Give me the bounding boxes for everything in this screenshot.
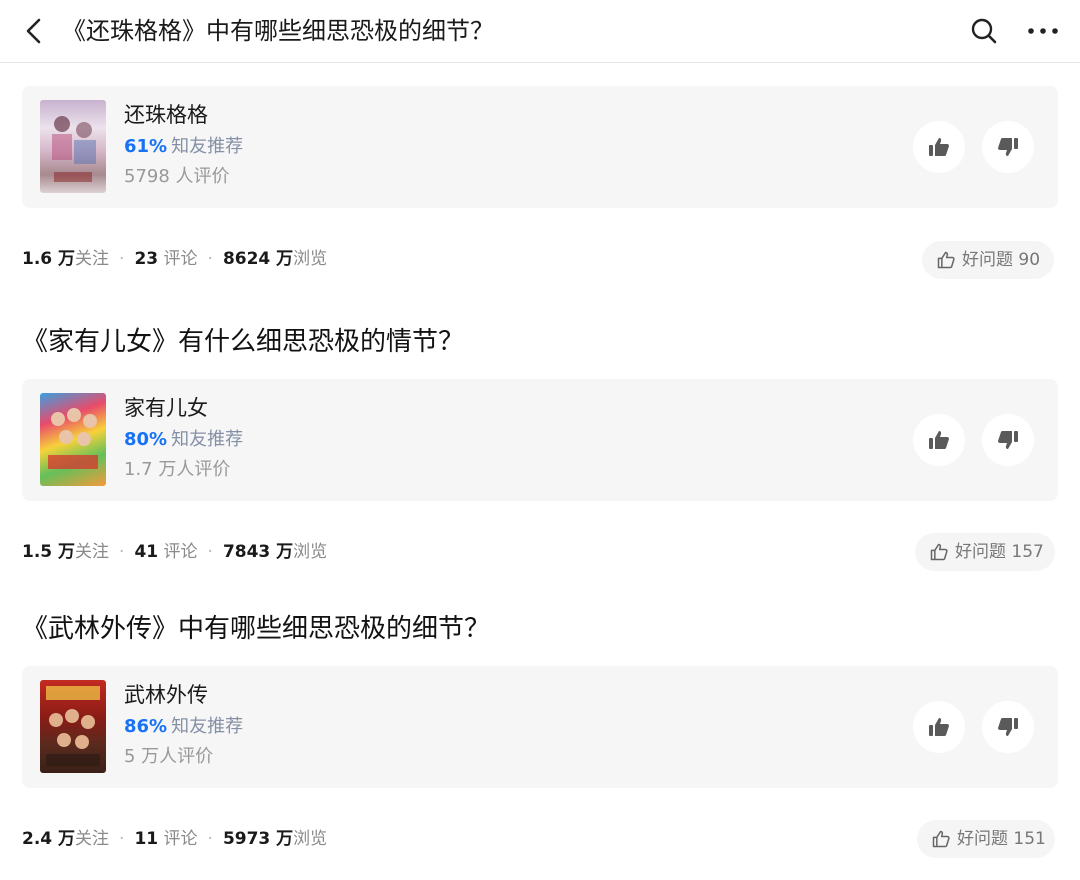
follow-label: 关注: [75, 829, 110, 849]
separator: ·: [119, 249, 125, 269]
comment-label[interactable]: 评论: [164, 829, 198, 849]
view-label: 浏览: [293, 829, 328, 849]
question-title[interactable]: 《家有儿女》有什么细思恐极的情节？: [22, 322, 464, 362]
comment-label[interactable]: 评论: [164, 542, 198, 562]
dislike-button[interactable]: [982, 701, 1034, 753]
top-bar: 《还珠格格》中有哪些细思恐极的细节？: [0, 0, 1080, 63]
follow-label: 关注: [75, 542, 110, 562]
recommend-label: 知友推荐: [171, 429, 244, 450]
rating-count: 1.7 万人评价: [124, 459, 231, 480]
dislike-button[interactable]: [982, 414, 1034, 466]
view-count: 5973 万: [222, 829, 294, 849]
rating-count: 5 万人评价: [124, 746, 214, 767]
thumbs-up-icon: [929, 718, 949, 736]
rating-card[interactable]: 家有儿女 80% 知友推荐 1.7 万人评价: [22, 379, 1058, 501]
thumbs-up-outline-icon: [932, 830, 950, 848]
rating-card[interactable]: 武林外传 86% 知友推荐 5 万人评价: [22, 666, 1058, 788]
follow-count: 2.4 万: [22, 829, 76, 849]
separator: ·: [207, 249, 213, 269]
more-horizontal-icon: [1028, 28, 1058, 34]
comment-label[interactable]: 评论: [164, 249, 198, 269]
separator: ·: [119, 829, 125, 849]
view-count: 7843 万: [222, 542, 294, 562]
separator: ·: [119, 542, 125, 562]
view-label: 浏览: [293, 249, 328, 269]
poster-image: [40, 680, 106, 773]
more-button[interactable]: [1022, 14, 1064, 48]
thumbs-up-outline-icon: [930, 543, 948, 561]
good-question-button[interactable]: 好问题 151: [917, 820, 1055, 858]
view-label: 浏览: [293, 542, 328, 562]
recommend-rate: 61% 知友推荐: [124, 134, 243, 160]
good-question-label: 好问题 157: [955, 542, 1044, 562]
poster-image: [40, 393, 106, 486]
good-question-label: 好问题 90: [962, 250, 1041, 270]
thumbs-up-outline-icon: [937, 251, 955, 269]
recommend-rate: 80% 知友推荐: [124, 427, 243, 453]
like-button[interactable]: [913, 414, 965, 466]
good-question-label: 好问题 151: [957, 829, 1046, 849]
question-stats: 1.6 万关注 · 23 评论 · 8624 万浏览: [22, 246, 327, 272]
search-icon: [971, 18, 997, 44]
thumbs-up-icon: [929, 431, 949, 449]
card-title: 武林外传: [124, 683, 208, 707]
recommend-percent: 61%: [124, 136, 168, 157]
view-count: 8624 万: [222, 249, 294, 269]
page-title: 《还珠格格》中有哪些细思恐极的细节？: [62, 17, 494, 45]
separator: ·: [207, 829, 213, 849]
recommend-rate: 86% 知友推荐: [124, 714, 243, 740]
rating-count: 5798 人评价: [124, 166, 230, 187]
follow-count: 1.6 万: [22, 249, 76, 269]
question-stats: 2.4 万关注 · 11 评论 · 5973 万浏览: [22, 826, 327, 852]
separator: ·: [207, 542, 213, 562]
follow-label: 关注: [75, 249, 110, 269]
card-title: 还珠格格: [124, 103, 208, 127]
poster-image: [40, 100, 106, 193]
recommend-percent: 80%: [124, 429, 168, 450]
back-button[interactable]: [20, 14, 50, 48]
recommend-label: 知友推荐: [171, 136, 244, 157]
rating-card[interactable]: 还珠格格 61% 知友推荐 5798 人评价: [22, 86, 1058, 208]
recommend-percent: 86%: [124, 716, 168, 737]
comment-count: 41: [134, 542, 159, 562]
dislike-button[interactable]: [982, 121, 1034, 173]
question-stats: 1.5 万关注 · 41 评论 · 7843 万浏览: [22, 539, 327, 565]
card-title: 家有儿女: [124, 396, 208, 420]
question-title[interactable]: 《武林外传》中有哪些细思恐极的细节？: [22, 609, 490, 649]
good-question-button[interactable]: 好问题 157: [915, 533, 1055, 571]
comment-count: 23: [134, 249, 159, 269]
thumbs-down-icon: [998, 431, 1018, 449]
thumbs-down-icon: [998, 138, 1018, 156]
thumbs-down-icon: [998, 718, 1018, 736]
thumbs-up-icon: [929, 138, 949, 156]
chevron-left-icon: [26, 18, 41, 44]
like-button[interactable]: [913, 121, 965, 173]
good-question-button[interactable]: 好问题 90: [922, 241, 1054, 279]
comment-count: 11: [134, 829, 159, 849]
like-button[interactable]: [913, 701, 965, 753]
search-button[interactable]: [966, 14, 1002, 48]
recommend-label: 知友推荐: [171, 716, 244, 737]
follow-count: 1.5 万: [22, 542, 76, 562]
